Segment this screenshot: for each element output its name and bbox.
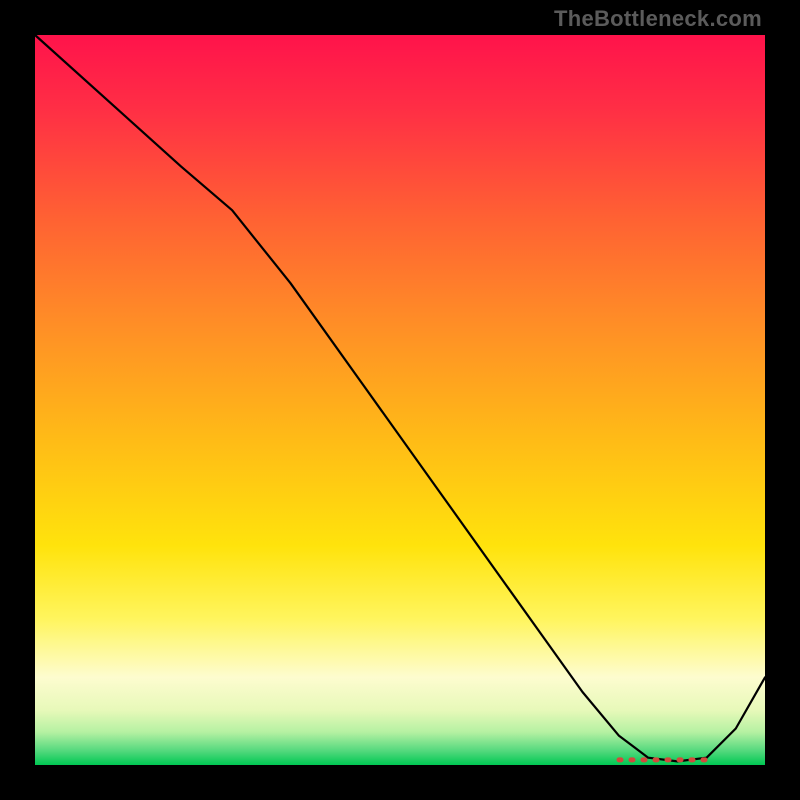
bottleneck-curve [35,35,765,761]
attribution-text: TheBottleneck.com [554,6,762,32]
chart-frame [35,35,765,765]
chart-overlay-svg [35,35,765,765]
